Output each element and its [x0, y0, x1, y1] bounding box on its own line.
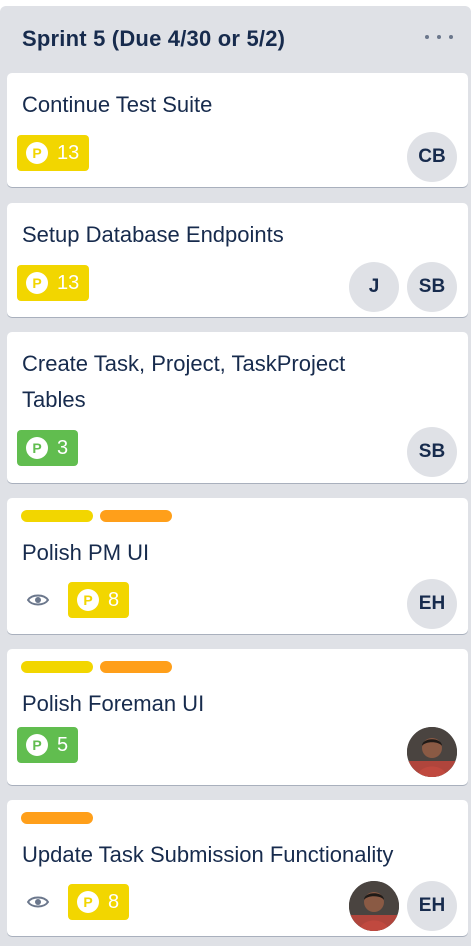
eye-icon	[27, 594, 49, 606]
label-yellow[interactable]	[21, 661, 93, 673]
points-value: 5	[57, 733, 69, 756]
member-avatar-sb[interactable]: SB	[407, 262, 457, 312]
points-icon: P	[26, 142, 48, 164]
person-photo-icon	[407, 727, 457, 777]
points-icon: P	[77, 589, 99, 611]
label-orange[interactable]	[100, 510, 172, 522]
points-value: 13	[57, 141, 80, 164]
card-setup-database-endpoints[interactable]: Setup Database Endpoints P 13 J SB	[7, 203, 468, 317]
card-title: Continue Test Suite	[22, 92, 213, 117]
points-badge: P 13	[17, 135, 90, 171]
member-avatar-cb[interactable]: CB	[407, 132, 457, 182]
card-polish-pm-ui[interactable]: Polish PM UI P 8 EH	[7, 498, 468, 634]
points-icon: P	[26, 437, 48, 459]
points-badge: P 5	[17, 727, 79, 763]
card-title: Polish Foreman UI	[22, 691, 205, 716]
person-photo-icon	[349, 881, 399, 931]
points-icon: P	[26, 734, 48, 756]
points-badge: P 3	[17, 430, 79, 466]
points-value: 3	[57, 436, 69, 459]
member-avatar-photo[interactable]	[407, 727, 457, 777]
card-title-line-1: Create Task, Project, TaskProject	[22, 351, 346, 376]
card-polish-foreman-ui[interactable]: Polish Foreman UI P 5	[7, 649, 468, 785]
member-avatar-eh[interactable]: EH	[407, 881, 457, 931]
label-yellow[interactable]	[21, 510, 93, 522]
points-value: 8	[108, 588, 120, 611]
label-orange[interactable]	[100, 661, 172, 673]
card-title: Polish PM UI	[22, 540, 150, 565]
list-sprint-5: Sprint 5 (Due 4/30 or 5/2) Continue Test…	[0, 6, 471, 946]
list-title[interactable]: Sprint 5 (Due 4/30 or 5/2)	[22, 26, 285, 52]
label-orange[interactable]	[21, 812, 93, 824]
card-create-task-project-tables[interactable]: Create Task, Project, TaskProject Tables…	[7, 332, 468, 483]
member-avatar-sb[interactable]: SB	[407, 427, 457, 477]
member-avatar-photo[interactable]	[349, 881, 399, 931]
member-avatar-j[interactable]: J	[349, 262, 399, 312]
card-labels	[21, 661, 172, 673]
list-header[interactable]: Sprint 5 (Due 4/30 or 5/2)	[0, 6, 471, 72]
points-value: 13	[57, 271, 80, 294]
card-title: Update Task Submission Functionality	[22, 842, 394, 867]
card-continue-test-suite[interactable]: Continue Test Suite P 13 CB	[7, 73, 468, 187]
card-labels	[21, 510, 172, 522]
member-avatar-eh[interactable]: EH	[407, 579, 457, 629]
points-icon: P	[77, 891, 99, 913]
eye-icon	[27, 896, 49, 908]
points-badge: P 8	[68, 582, 130, 618]
card-labels	[21, 812, 93, 824]
points-badge: P 13	[17, 265, 90, 301]
points-badge: P 8	[68, 884, 130, 920]
more-horizontal-icon[interactable]	[425, 30, 453, 44]
card-title-line-2: Tables	[22, 387, 86, 412]
points-icon: P	[26, 272, 48, 294]
card-update-task-submission-functionality[interactable]: Update Task Submission Functionality P 8…	[7, 800, 468, 936]
card-title: Setup Database Endpoints	[22, 222, 284, 247]
points-value: 8	[108, 890, 120, 913]
